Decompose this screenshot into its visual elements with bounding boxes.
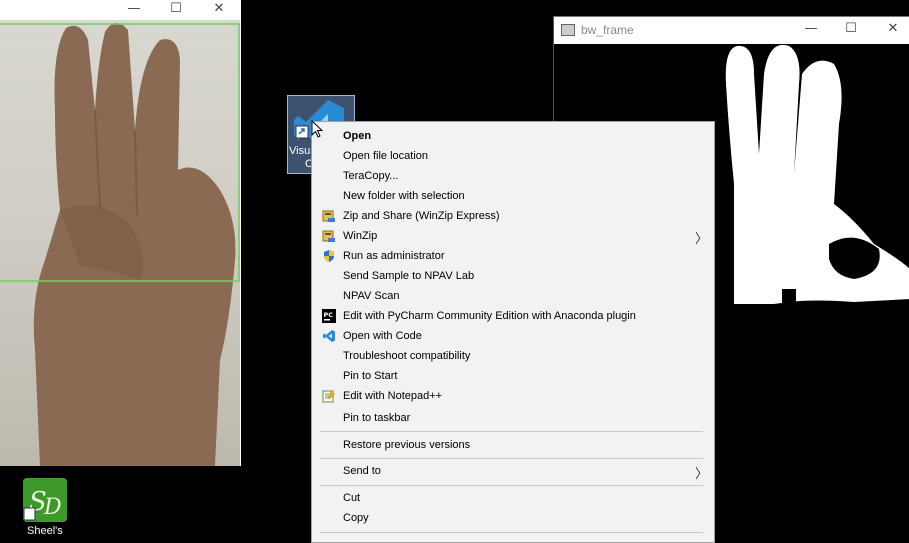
menu-item-label: Restore previous versions [343, 439, 471, 451]
menu-item-label: Open with Code [343, 330, 422, 342]
menu-item-label: Edit with Notepad++ [343, 390, 443, 402]
menu-item-open[interactable]: Open [312, 126, 712, 146]
menu-item-label: Copy [343, 512, 369, 524]
svg-text:D: D [43, 495, 62, 520]
menu-separator [320, 431, 703, 432]
menu-item-label: WinZip [343, 230, 378, 242]
svg-text:PC: PC [324, 311, 334, 319]
context-menu: Open Open file location TeraCopy... New … [311, 121, 715, 543]
menu-item-label: Send to [343, 465, 381, 477]
menu-item-send-sample-npav[interactable]: Send Sample to NPAV Lab [312, 266, 712, 286]
notepadpp-icon [322, 389, 336, 403]
menu-item-teracopy[interactable]: TeraCopy... [312, 166, 712, 186]
menu-item-label: NPAV Scan [343, 290, 400, 302]
camera-window[interactable]: — ☐ ✕ [0, 0, 241, 466]
menu-item-label: Open file location [343, 150, 428, 162]
close-button[interactable]: ✕ [872, 20, 909, 40]
menu-item-troubleshoot-compatibility[interactable]: Troubleshoot compatibility [312, 346, 712, 366]
menu-item-send-to[interactable]: Send to 〉 [312, 461, 712, 482]
menu-item-winzip[interactable]: WinZip 〉 [312, 226, 712, 247]
menu-item-pin-to-start[interactable]: Pin to Start [312, 366, 712, 386]
pycharm-icon: PC [322, 309, 336, 323]
vscode-icon [322, 329, 336, 343]
hand-photo [0, 22, 240, 466]
menu-item-new-folder-with-selection[interactable]: New folder with selection [312, 186, 712, 206]
sd-shortcut-label: Sheel's [27, 525, 63, 537]
window-title: bw_frame [581, 23, 634, 37]
menu-separator [320, 532, 703, 533]
menu-item-label: Edit with PyCharm Community Edition with… [343, 310, 636, 322]
bw-frame-titlebar[interactable]: bw_frame — ☐ ✕ [554, 17, 909, 44]
winzip-icon [322, 229, 336, 243]
menu-item-cut[interactable]: Cut [312, 488, 712, 508]
sd-desktop-shortcut[interactable]: S D [23, 478, 67, 522]
menu-item-edit-with-notepadpp[interactable]: Edit with Notepad++ [312, 386, 712, 406]
menu-item-open-with-code[interactable]: Open with Code [312, 326, 712, 346]
menu-item-label: Pin to taskbar [343, 412, 411, 424]
chevron-right-icon: 〉 [695, 467, 709, 482]
menu-item-edit-with-pycharm[interactable]: PC Edit with PyCharm Community Edition w… [312, 306, 712, 326]
mouse-cursor-icon [311, 120, 324, 138]
close-button[interactable]: ✕ [198, 0, 240, 20]
menu-item-label: Pin to Start [343, 370, 398, 382]
menu-item-label: Troubleshoot compatibility [343, 350, 471, 362]
menu-item-run-as-administrator[interactable]: Run as administrator [312, 246, 712, 266]
menu-item-zip-and-share[interactable]: Zip and Share (WinZip Express) [312, 206, 712, 226]
menu-item-label: Open [343, 130, 372, 142]
menu-item-restore-previous-versions[interactable]: Restore previous versions [312, 435, 712, 455]
camera-window-titlebar[interactable]: — ☐ ✕ [0, 0, 241, 20]
winzip-icon [322, 209, 336, 223]
minimize-button[interactable]: — [790, 20, 832, 40]
menu-item-npav-scan[interactable]: NPAV Scan [312, 286, 712, 306]
menu-item-label: Cut [343, 492, 361, 504]
menu-item-label: Run as administrator [343, 250, 445, 262]
sd-logo-icon: S D [23, 478, 67, 522]
menu-separator [320, 485, 703, 486]
chevron-right-icon: 〉 [695, 232, 709, 247]
menu-item-open-file-location[interactable]: Open file location [312, 146, 712, 166]
menu-item-label: Send Sample to NPAV Lab [343, 270, 475, 282]
menu-item-copy[interactable]: Copy [312, 508, 712, 528]
camera-feed [0, 20, 240, 466]
shield-icon [322, 249, 336, 263]
window-app-icon [561, 24, 575, 36]
maximize-button[interactable]: ☐ [155, 0, 197, 20]
menu-item-pin-to-taskbar[interactable]: Pin to taskbar [312, 408, 712, 428]
menu-separator [320, 458, 703, 459]
menu-item-label: New folder with selection [343, 190, 465, 202]
minimize-button[interactable]: — [113, 0, 155, 20]
menu-item-label: TeraCopy... [343, 170, 399, 182]
menu-item-label: Zip and Share (WinZip Express) [343, 210, 500, 222]
maximize-button[interactable]: ☐ [830, 20, 872, 40]
